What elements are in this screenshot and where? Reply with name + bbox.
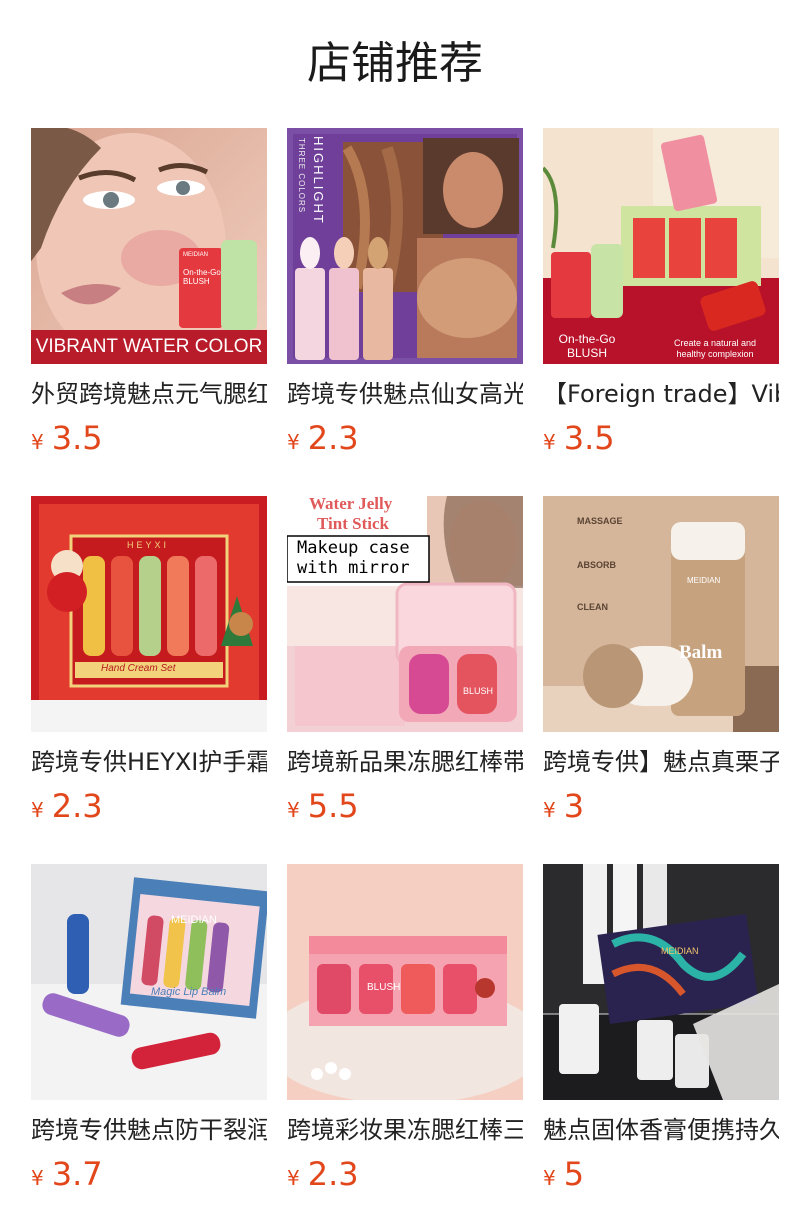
note-line-2: with mirror <box>297 558 410 578</box>
product-image[interactable]: HIGHLIGHT THREE COLORS <box>287 128 523 364</box>
brand-label: MEIDIAN <box>183 252 209 258</box>
product-label: On-the-Go BLUSH <box>183 268 221 286</box>
side-subtitle: THREE COLORS <box>297 138 306 214</box>
product-name[interactable]: 跨境专供HEYXI护手霜套装 <box>31 744 267 780</box>
currency-symbol: ¥ <box>31 1166 44 1190</box>
product-name[interactable]: 跨境专供魅点仙女高光棒 <box>287 376 523 412</box>
product-name[interactable]: 跨境新品果冻腮红棒带镜子 <box>287 744 523 780</box>
image-caption: VIBRANT WATER COLOR <box>31 330 267 364</box>
product-name[interactable]: 魅点固体香膏便携持久 <box>543 1112 779 1148</box>
caption-right: Create a natural and healthy complexion <box>673 338 757 359</box>
note-line-1: Makeup case <box>297 538 410 558</box>
product-image[interactable]: Water Jelly Tint Stick Makeup case with … <box>287 496 523 732</box>
currency-symbol: ¥ <box>287 1166 300 1190</box>
product-card[interactable]: MEIDIAN Magic Lip Balm 跨境专供魅点防干裂润唇膏 ¥3.7 <box>31 864 267 1232</box>
side-title: HIGHLIGHT <box>311 136 326 225</box>
caption-left: On-the-Go BLUSH <box>558 332 616 360</box>
product-name[interactable]: 外贸跨境魅点元气腮红棒 <box>31 376 267 412</box>
product-price: ¥3.5 <box>31 418 267 458</box>
heading-line-1: Water Jelly <box>309 496 393 513</box>
product-price: ¥2.3 <box>287 1154 523 1194</box>
product-price: ¥2.3 <box>287 418 523 458</box>
product-image[interactable]: MEIDIAN <box>543 864 779 1100</box>
product-name[interactable]: 跨境彩妆果冻腮红棒三合一 <box>287 1112 523 1148</box>
product-card[interactable]: Water Jelly Tint Stick Makeup case with … <box>287 496 523 864</box>
currency-symbol: ¥ <box>543 1166 556 1190</box>
heading-line-2: Tint Stick <box>317 514 389 533</box>
product-image[interactable]: MASSAGE ABSORB CLEAN MEIDIAN Balm <box>543 496 779 732</box>
product-image[interactable]: HEYXI Hand Cream Set <box>31 496 267 732</box>
price-value: 3.5 <box>51 419 103 457</box>
product-card[interactable]: VIBRANT WATER COLOR On-the-Go BLUSH MEID… <box>31 128 267 496</box>
product-card[interactable]: BLUSH 跨境彩妆果冻腮红棒三合一 ¥2.3 <box>287 864 523 1232</box>
step-clean: CLEAN <box>577 602 608 612</box>
product-name[interactable]: 【Foreign trade】Vibrant <box>543 376 779 412</box>
brand-label: MEIDIAN <box>661 946 699 956</box>
product-price: ¥2.3 <box>31 786 267 826</box>
product-price: ¥5 <box>543 1154 779 1194</box>
price-value: 3.7 <box>51 1155 103 1193</box>
price-value: 2.3 <box>307 1155 359 1193</box>
product-image[interactable]: BLUSH <box>287 864 523 1100</box>
product-label: Magic Lip Balm <box>151 986 227 998</box>
product-price: ¥3.5 <box>543 418 779 458</box>
product-price: ¥3.7 <box>31 1154 267 1194</box>
product-card[interactable]: On-the-Go BLUSH Create a natural and hea… <box>543 128 779 496</box>
price-value: 5 <box>563 1155 585 1193</box>
step-massage: MASSAGE <box>577 516 623 526</box>
product-card[interactable]: MASSAGE ABSORB CLEAN MEIDIAN Balm 跨境专供】魅… <box>543 496 779 864</box>
price-value: 2.3 <box>307 419 359 457</box>
brand-label: MEIDIAN <box>171 914 217 926</box>
currency-symbol: ¥ <box>287 430 300 454</box>
step-absorb: ABSORB <box>577 560 617 570</box>
currency-symbol: ¥ <box>31 430 44 454</box>
section-title: 店铺推荐 <box>307 38 483 89</box>
product-card[interactable]: HIGHLIGHT THREE COLORS 跨境专供魅点仙女高光棒 ¥2.3 <box>287 128 523 496</box>
product-label: BLUSH <box>463 686 494 696</box>
product-price: ¥3 <box>543 786 779 826</box>
product-name[interactable]: 跨境专供魅点防干裂润唇膏 <box>31 1112 267 1148</box>
price-value: 3 <box>563 787 585 825</box>
price-value: 5.5 <box>307 787 359 825</box>
currency-symbol: ¥ <box>287 798 300 822</box>
currency-symbol: ¥ <box>543 430 556 454</box>
product-label: Hand Cream Set <box>101 663 176 674</box>
price-value: 3.5 <box>563 419 615 457</box>
product-label: BLUSH <box>367 982 401 993</box>
brand-label: HEYXI <box>127 540 170 550</box>
product-name[interactable]: 跨境专供】魅点真栗子卸妆膏 <box>543 744 779 780</box>
product-image[interactable]: On-the-Go BLUSH Create a natural and hea… <box>543 128 779 364</box>
product-card[interactable]: HEYXI Hand Cream Set 跨境专供HEYXI护手霜套装 ¥2.3 <box>31 496 267 864</box>
currency-symbol: ¥ <box>31 798 44 822</box>
price-value: 2.3 <box>51 787 103 825</box>
product-image[interactable]: MEIDIAN Magic Lip Balm <box>31 864 267 1100</box>
product-label: Balm <box>679 642 723 663</box>
brand-label: MEIDIAN <box>687 576 721 585</box>
product-grid: VIBRANT WATER COLOR On-the-Go BLUSH MEID… <box>31 128 790 1232</box>
product-image[interactable]: VIBRANT WATER COLOR On-the-Go BLUSH MEID… <box>31 128 267 364</box>
currency-symbol: ¥ <box>543 798 556 822</box>
product-price: ¥5.5 <box>287 786 523 826</box>
product-card[interactable]: MEIDIAN 魅点固体香膏便携持久 ¥5 <box>543 864 779 1232</box>
